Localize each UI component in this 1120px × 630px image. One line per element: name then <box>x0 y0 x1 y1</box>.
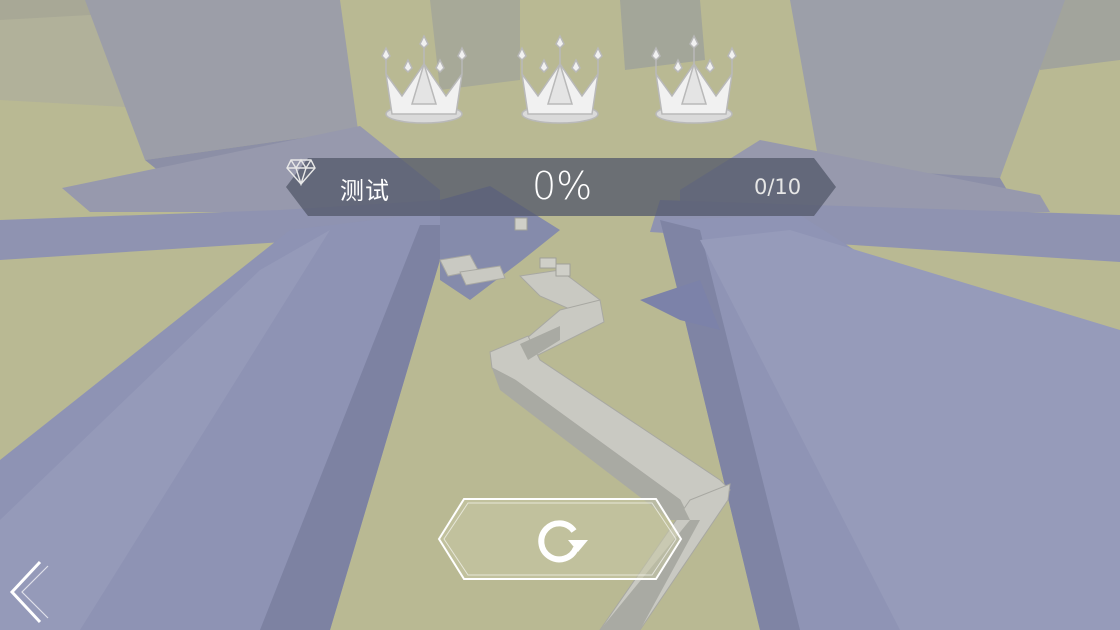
level-name: 测试 <box>340 177 390 205</box>
restart-button[interactable] <box>436 496 684 582</box>
crown-icon <box>381 34 467 124</box>
restart-button-frame <box>437 498 683 580</box>
gem-count: 0/10 <box>754 175 802 199</box>
crown-icon <box>651 34 737 124</box>
back-chevron-icon[interactable] <box>4 558 54 626</box>
hud-bar: 测试 0% 0/10 <box>286 158 836 216</box>
crown-icon <box>517 34 603 124</box>
game-screen: 测试 0% 0/10 <box>0 0 1120 630</box>
diamond-icon <box>286 158 316 186</box>
progress-percent: 0% <box>532 164 593 208</box>
